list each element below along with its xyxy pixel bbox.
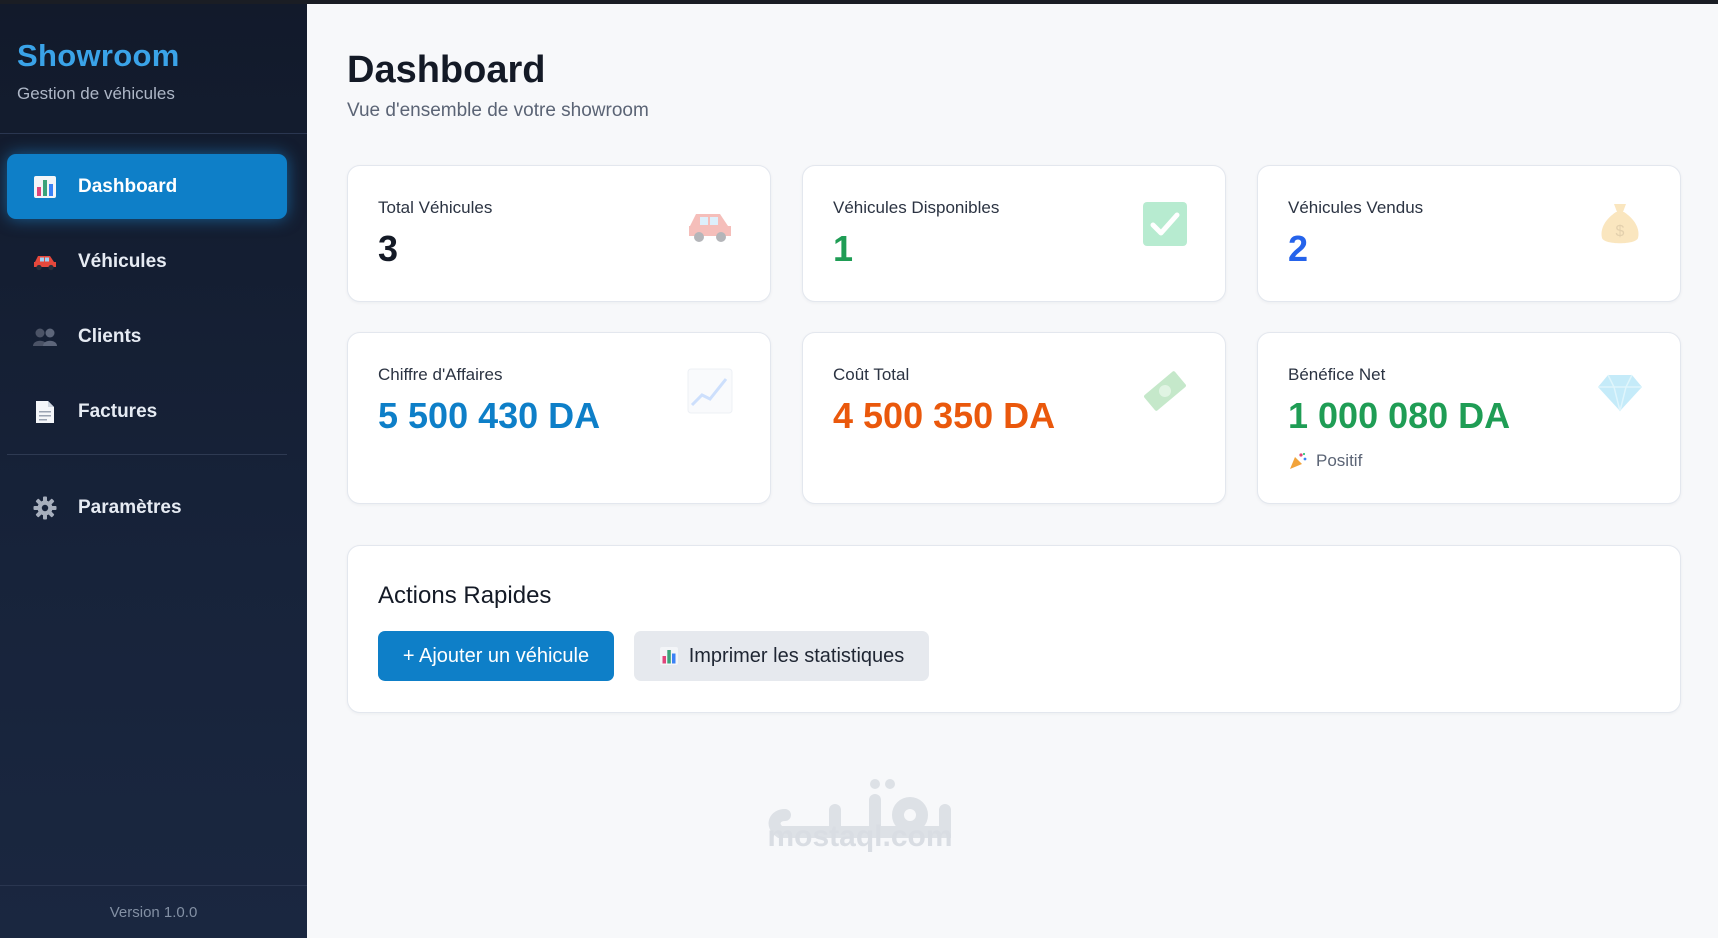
stat-label: Chiffre d'Affaires: [378, 365, 503, 384]
brand: Showroom Gestion de véhicules: [0, 4, 307, 134]
stat-card-vehicules-disponibles: Véhicules Disponibles 1: [802, 165, 1226, 302]
sidebar-item-clients[interactable]: Clients: [7, 304, 287, 369]
stat-card-chiffre-affaires: Chiffre d'Affaires 5 500 430 DA: [347, 332, 771, 504]
checkmark-icon: [1141, 200, 1189, 248]
brand-subtitle: Gestion de véhicules: [17, 84, 175, 103]
stat-value: 1: [833, 228, 854, 269]
stat-value: 4 500 350 DA: [833, 395, 1056, 436]
print-statistics-label: Imprimer les statistiques: [688, 644, 905, 667]
sidebar-item-label: Dashboard: [78, 175, 178, 197]
version-label: Version 1.0.0: [0, 885, 307, 938]
profit-status: Positif: [1288, 451, 1362, 471]
stat-label: Véhicules Disponibles: [833, 198, 1000, 217]
main-content: Dashboard Vue d'ensemble de votre showro…: [307, 4, 1718, 938]
bar-chart-icon: [32, 174, 58, 200]
svg-text:$: $: [1616, 223, 1625, 240]
banknote-icon: [1141, 367, 1189, 415]
trend-chart-icon: [686, 367, 734, 415]
profit-status-label: Positif: [1316, 451, 1363, 470]
sidebar-item-label: Clients: [78, 325, 142, 347]
brand-title: Showroom: [17, 38, 180, 73]
sidebar-item-vehicules[interactable]: Véhicules: [7, 229, 287, 294]
page-subtitle: Vue d'ensemble de votre showroom: [347, 100, 649, 121]
party-popper-icon: [1288, 451, 1308, 471]
watermark-text: mostaql.com: [767, 820, 953, 853]
stat-card-benefice-net: Bénéfice Net 1 000 080 DA Positif: [1257, 332, 1681, 504]
stat-label: Bénéfice Net: [1288, 365, 1386, 384]
sidebar-nav: Dashboard Véhicules Clients Factures Par…: [0, 134, 307, 540]
stat-card-total-vehicules: Total Véhicules 3: [347, 165, 771, 302]
sidebar-divider: [7, 454, 287, 455]
car-icon: [32, 249, 58, 275]
money-bag-icon: $: [1596, 200, 1644, 248]
stat-value: 2: [1288, 228, 1309, 269]
sidebar-item-dashboard[interactable]: Dashboard: [7, 154, 287, 219]
page-title: Dashboard: [347, 49, 546, 91]
sidebar-item-parametres[interactable]: Paramètres: [7, 475, 287, 540]
stat-label: Total Véhicules: [378, 198, 493, 217]
bar-chart-icon: [659, 646, 679, 666]
quick-actions-title: Actions Rapides: [378, 582, 552, 609]
sidebar-item-label: Factures: [78, 400, 158, 422]
stat-card-cout-total: Coût Total 4 500 350 DA: [802, 332, 1226, 504]
add-vehicle-button[interactable]: + Ajouter un véhicule: [378, 631, 614, 681]
stat-label: Coût Total: [833, 365, 910, 384]
stat-value: 1 000 080 DA: [1288, 395, 1511, 436]
stat-label: Véhicules Vendus: [1288, 198, 1424, 217]
quick-actions-panel: Actions Rapides + Ajouter un véhicule Im…: [347, 545, 1681, 713]
stat-value: 5 500 430 DA: [378, 395, 601, 436]
sidebar-item-label: Paramètres: [78, 496, 182, 518]
diamond-icon: [1596, 367, 1644, 415]
car-icon: [686, 200, 734, 248]
sidebar: Showroom Gestion de véhicules Dashboard: [0, 4, 307, 938]
sidebar-item-label: Véhicules: [78, 250, 167, 272]
users-icon: [32, 324, 58, 350]
sidebar-item-factures[interactable]: Factures: [7, 379, 287, 444]
stat-value: 3: [378, 228, 399, 269]
stat-card-vehicules-vendus: Véhicules Vendus 2 $: [1257, 165, 1681, 302]
print-statistics-button[interactable]: Imprimer les statistiques: [634, 631, 929, 681]
document-icon: [32, 399, 58, 425]
gear-icon: [32, 495, 58, 521]
